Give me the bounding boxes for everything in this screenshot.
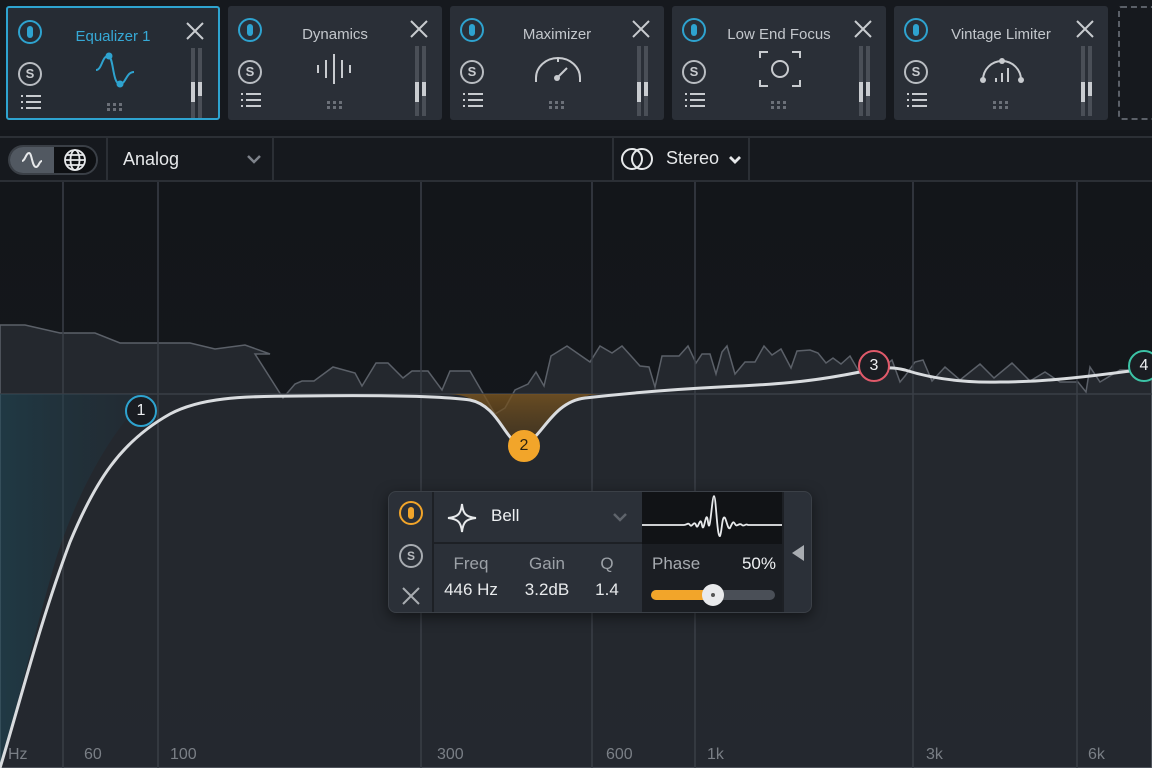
eq-band-node-4[interactable]: 4 — [1128, 350, 1152, 382]
freq-axis-label: 1k — [707, 746, 724, 763]
bell-shape-icon — [447, 503, 477, 533]
param-q[interactable]: Q 1.4 — [582, 554, 632, 600]
freq-axis-label: 6k — [1088, 746, 1105, 763]
freq-axis-label: 3k — [926, 746, 943, 763]
divider — [748, 138, 750, 180]
param-value[interactable]: 3.2dB — [512, 580, 582, 600]
param-value[interactable]: 446 Hz — [436, 580, 506, 600]
mode-dropdown-value: Analog — [123, 149, 180, 169]
solo-icon[interactable]: S — [238, 60, 262, 84]
globe-icon — [64, 149, 86, 171]
divider — [272, 138, 274, 180]
gauge-icon — [535, 57, 581, 82]
list-icon[interactable] — [684, 92, 706, 108]
eq-band-node-2[interactable]: 2 — [508, 430, 540, 462]
ozone-eq-window: Equalizer 1 S Dynamics S Maximizer S Low… — [0, 0, 1152, 768]
freq-axis-label: 60 — [84, 746, 102, 763]
module-low-end-focus[interactable]: Low End Focus S — [672, 6, 886, 120]
eq-graph-canvas — [0, 182, 1152, 768]
view-mode-toggle[interactable] — [8, 145, 98, 175]
phase-label: Phase — [652, 554, 701, 573]
eq-curve-icon — [21, 151, 43, 169]
freq-axis-label: 300 — [437, 746, 464, 763]
param-value[interactable]: 1.4 — [582, 580, 632, 600]
phase-slider[interactable] — [651, 584, 775, 606]
chevron-down-icon — [247, 155, 261, 164]
band-controls: S — [389, 492, 434, 612]
impulse-response-display — [642, 492, 782, 544]
band-solo-icon[interactable]: S — [399, 544, 423, 568]
drag-grip-icon[interactable] — [106, 102, 124, 112]
level-meter — [1081, 46, 1092, 116]
module-dynamics[interactable]: Dynamics S — [228, 6, 442, 120]
eq-toolbar: Analog Stereo — [0, 136, 1152, 182]
triangle-left-icon — [792, 545, 804, 561]
eq-graph[interactable]: Hz 60 100 300 600 1k 3k 6k 1 2 3 4 — [0, 182, 1152, 768]
freq-axis-label: Hz — [8, 746, 28, 763]
eq-band-node-1[interactable]: 1 — [125, 395, 157, 427]
param-label: Freq — [453, 554, 489, 573]
add-module-slot[interactable] — [1118, 6, 1152, 120]
dynamics-bars-icon — [317, 54, 351, 84]
phase-value: 50% — [741, 554, 776, 573]
solo-icon[interactable]: S — [460, 60, 484, 84]
close-icon[interactable] — [408, 18, 430, 40]
level-meter — [191, 48, 202, 118]
module-maximizer[interactable]: Maximizer S — [450, 6, 664, 120]
band-2-popup: S Bell Freq 446 Hz Gain 3.2dB Q 1.4 Phas… — [388, 491, 812, 613]
close-icon[interactable] — [184, 20, 206, 42]
list-icon[interactable] — [906, 92, 928, 108]
expand-panel-button[interactable] — [782, 492, 811, 612]
solo-icon[interactable]: S — [18, 62, 42, 86]
module-chain: Equalizer 1 S Dynamics S Maximizer S Low… — [0, 0, 1152, 130]
eq-curve-icon — [95, 52, 135, 88]
band-power-icon[interactable] — [399, 501, 423, 525]
list-icon[interactable] — [462, 92, 484, 108]
freq-axis-label: 600 — [606, 746, 633, 763]
channel-dropdown[interactable]: Stereo — [614, 138, 748, 180]
close-icon[interactable] — [1074, 18, 1096, 40]
mode-dropdown[interactable]: Analog — [108, 138, 272, 180]
freq-axis-label: 100 — [170, 746, 197, 763]
level-meter — [415, 46, 426, 116]
param-freq[interactable]: Freq 446 Hz — [436, 554, 506, 600]
drag-grip-icon[interactable] — [548, 100, 566, 110]
solo-icon[interactable]: S — [904, 60, 928, 84]
close-icon[interactable] — [852, 18, 874, 40]
channel-dropdown-value: Stereo — [666, 148, 720, 168]
filter-type-dropdown[interactable]: Bell — [434, 492, 642, 544]
stereo-circles-icon — [621, 148, 653, 170]
phase-section: Phase 50% — [642, 492, 782, 612]
global-view-button[interactable] — [54, 147, 96, 173]
module-vintage-limiter[interactable]: Vintage Limiter S — [894, 6, 1108, 120]
level-meter — [637, 46, 648, 116]
list-icon[interactable] — [240, 92, 262, 108]
drag-grip-icon[interactable] — [770, 100, 788, 110]
filter-type-value: Bell — [491, 506, 520, 525]
chevron-down-icon — [613, 513, 627, 522]
solo-icon[interactable]: S — [682, 60, 706, 84]
band-params: Freq 446 Hz Gain 3.2dB Q 1.4 — [434, 544, 642, 612]
impulse-waveform — [642, 495, 782, 537]
param-gain[interactable]: Gain 3.2dB — [512, 554, 582, 600]
chevron-down-icon — [729, 156, 741, 164]
focus-target-icon — [759, 51, 801, 87]
phase-slider-thumb[interactable] — [702, 584, 724, 606]
param-label: Gain — [529, 554, 565, 573]
eq-band-node-3[interactable]: 3 — [858, 350, 890, 382]
curve-view-button[interactable] — [10, 147, 54, 173]
drag-grip-icon[interactable] — [326, 100, 344, 110]
vintage-limiter-icon — [980, 58, 1024, 83]
param-label: Q — [600, 554, 614, 573]
close-icon[interactable] — [630, 18, 652, 40]
level-meter — [859, 46, 870, 116]
drag-grip-icon[interactable] — [992, 100, 1010, 110]
module-equalizer-1[interactable]: Equalizer 1 S — [6, 6, 220, 120]
list-icon[interactable] — [20, 94, 42, 110]
band-delete-icon[interactable] — [400, 585, 422, 607]
